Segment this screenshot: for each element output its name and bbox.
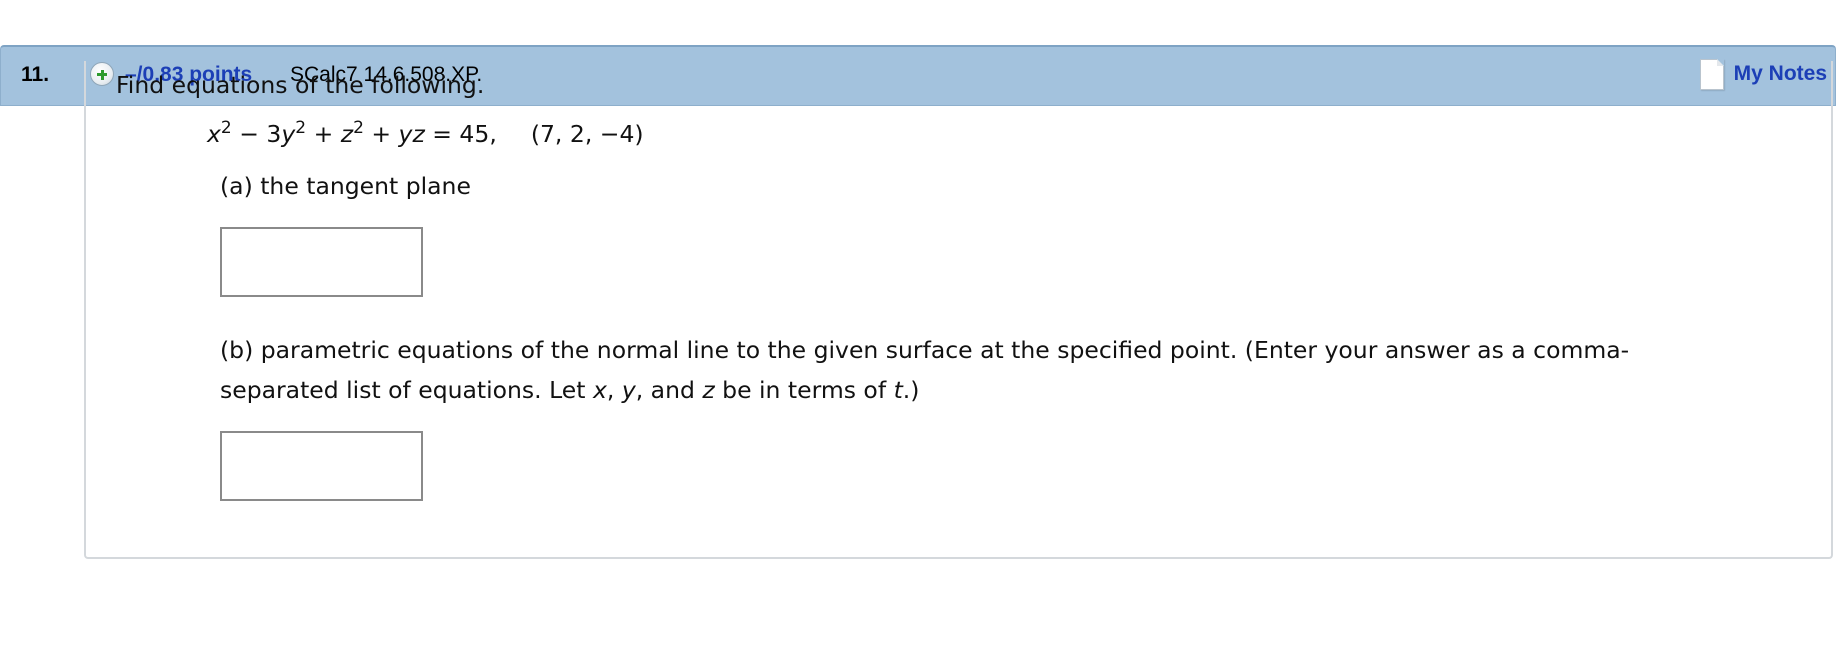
question-intro: Find equations of the following.	[116, 71, 485, 99]
answer-a-input[interactable]	[220, 227, 423, 297]
eq-term2: − 3	[231, 120, 282, 148]
question-body: Find equations of the following. x2 − 3y…	[84, 61, 1833, 559]
eq-point: (7, 2, −4)	[530, 120, 644, 148]
question-number: 11.	[21, 63, 50, 86]
var-y: y	[621, 376, 636, 404]
part-a-prompt: (a) the tangent plane	[220, 172, 471, 200]
var-z: z	[702, 376, 715, 404]
eq-x: x	[207, 120, 221, 148]
part-b-prefix: separated list of equations. Let	[220, 376, 593, 404]
var-x: x	[592, 376, 607, 404]
eq-rhs: = 45,	[424, 120, 497, 148]
part-b-prompt-line1: (b) parametric equations of the normal l…	[220, 336, 1630, 364]
var-t: t	[893, 376, 903, 404]
eq-z: z	[340, 120, 354, 148]
answer-b-input[interactable]	[220, 431, 423, 501]
eq-op4: +	[363, 120, 399, 148]
eq-y: y	[281, 120, 296, 148]
part-b-mid: be in terms of	[714, 376, 894, 404]
sep-2: , and	[635, 376, 703, 404]
eq-op3: +	[306, 120, 341, 148]
eq-yz: yz	[398, 120, 425, 148]
sep-1: ,	[606, 376, 622, 404]
eq-exp-3: 2	[353, 118, 364, 138]
surface-equation: x2 − 3y2 + z2 + yz = 45, (7, 2, −4)	[207, 118, 644, 149]
eq-exp-2: 2	[295, 118, 307, 138]
eq-exp-1: 2	[220, 118, 232, 138]
part-b-suffix: .)	[902, 376, 920, 404]
part-b-prompt-line2: separated list of equations. Let x, y, a…	[220, 376, 919, 404]
